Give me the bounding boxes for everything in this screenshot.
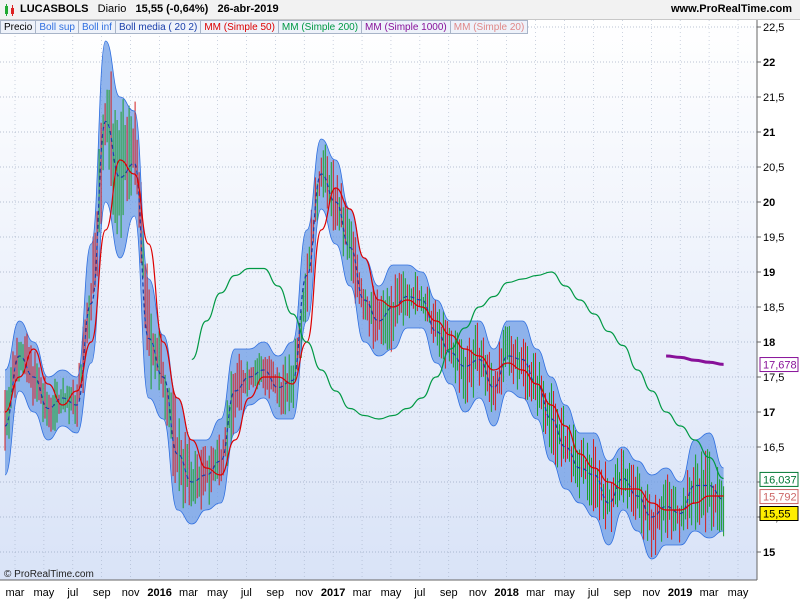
value-label: 16,037 [763,474,797,486]
x-tick-label: jul [413,587,425,599]
x-tick-label: sep [613,587,631,599]
x-tick-label: mar [526,587,545,599]
x-tick-label: nov [469,587,487,599]
indicator-legend: Precio Boll sup Boll inf Boll media ( 20… [0,20,529,35]
value-label: 15,55 [763,509,791,521]
legend-mm-20[interactable]: MM (Simple 20) [449,20,529,34]
x-tick-label: mar [353,587,372,599]
y-tick-label: 15 [763,547,775,559]
price-chart[interactable]: 1515,51616,51717,51818,51919,52020,52121… [0,0,800,600]
y-tick-label: 18 [763,337,775,349]
y-tick-label: 21,5 [763,92,784,104]
legend-mm-1000[interactable]: MM (Simple 1000) [361,20,451,34]
y-tick-label: 17 [763,407,775,419]
value-label: 15,792 [763,492,797,504]
copyright: © ProRealTime.com [4,569,94,580]
x-tick-label: may [34,587,55,599]
x-tick-label: mar [700,587,719,599]
legend-boll-media[interactable]: Boll media ( 20 2) [114,20,202,34]
y-tick-label: 22 [763,57,775,69]
x-tick-label: jul [240,587,252,599]
legend-mm-200[interactable]: MM (Simple 200) [277,20,363,34]
x-tick-label: may [207,587,228,599]
legend-boll-sup[interactable]: Boll sup [35,20,79,34]
x-tick-label: nov [642,587,660,599]
y-tick-label: 19 [763,267,775,279]
legend-boll-inf[interactable]: Boll inf [77,20,116,34]
y-tick-label: 19,5 [763,232,784,244]
x-tick-label: 2016 [147,587,171,599]
x-tick-label: nov [122,587,140,599]
y-tick-label: 20,5 [763,162,784,174]
legend-mm-50[interactable]: MM (Simple 50) [200,20,279,34]
y-tick-label: 17,5 [763,372,784,384]
x-tick-label: nov [295,587,313,599]
x-tick-label: mar [179,587,198,599]
y-tick-label: 21 [763,127,775,139]
legend-precio[interactable]: Precio [0,20,37,34]
x-tick-label: sep [93,587,111,599]
x-tick-label: sep [266,587,284,599]
x-tick-label: sep [440,587,458,599]
y-tick-label: 22,5 [763,22,784,34]
x-tick-label: 2019 [668,587,692,599]
y-tick-label: 18,5 [763,302,784,314]
x-tick-label: may [728,587,749,599]
x-tick-label: 2018 [494,587,518,599]
x-tick-label: 2017 [321,587,345,599]
value-label: 17,678 [763,360,797,372]
y-tick-label: 20 [763,197,775,209]
x-tick-label: may [554,587,575,599]
x-tick-label: jul [587,587,599,599]
x-tick-label: may [381,587,402,599]
y-tick-label: 16,5 [763,442,784,454]
x-tick-label: jul [66,587,78,599]
x-tick-label: mar [6,587,25,599]
